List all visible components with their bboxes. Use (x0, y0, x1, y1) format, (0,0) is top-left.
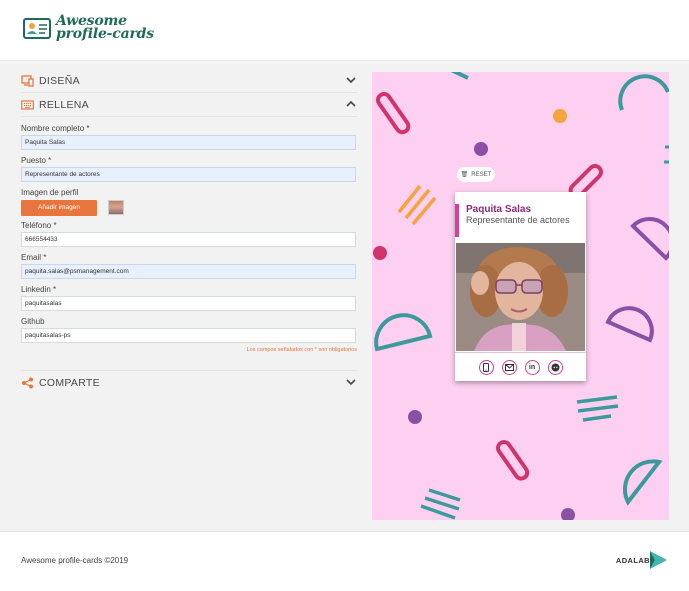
fill-form: Nombre completo * Paquita Salas Puesto *… (21, 117, 357, 357)
phone-label: Teléfono * (21, 221, 57, 230)
section-fill-title: RELLENA (39, 98, 89, 111)
mail-icon[interactable] (501, 359, 517, 375)
phone-icon[interactable] (478, 359, 494, 375)
image-label: Imagen de perfil (21, 188, 79, 197)
app-footer: Awesome profile-cards ©2019 ADALAB (0, 531, 689, 591)
section-design-title: DISEÑA (39, 74, 80, 87)
profile-image-thumbnail (108, 200, 124, 215)
adalab-wordmark: ADALAB (615, 555, 650, 565)
github-input[interactable]: paquitasalas-ps (21, 328, 356, 343)
reset-button[interactable]: 🗑 RESET (457, 167, 495, 182)
share-icon (22, 377, 33, 389)
adalab-logo[interactable]: ADALAB (616, 550, 668, 570)
card-profile-photo (456, 243, 585, 351)
logo-wordmark: Awesome profile-cards (56, 14, 154, 42)
email-label: Email * (21, 253, 47, 262)
github-label: Github (21, 317, 45, 326)
devices-icon (21, 74, 34, 87)
linkedin-icon[interactable]: in (524, 359, 540, 375)
app-header: Awesome profile-cards (0, 0, 689, 61)
copyright-text: Awesome profile-cards ©2019 (21, 556, 129, 565)
editor-panel: DISEÑA RELLENA Nombre completo * Paquita… (21, 69, 357, 395)
name-label: Nombre completo * (21, 124, 90, 133)
phone-input[interactable]: 666554433 (21, 232, 356, 247)
adalab-arrow-icon (650, 551, 667, 569)
profile-card: Paquita Salas Representante de actores i… (455, 192, 586, 381)
github-icon[interactable] (547, 359, 563, 375)
image-row: Añadir imagen (21, 199, 357, 216)
section-design-header[interactable]: DISEÑA (21, 69, 357, 93)
chevron-down-icon[interactable] (346, 76, 356, 84)
card-preview-area: 🗑 RESET Paquita Salas Representante de a… (372, 72, 669, 520)
reset-label: RESET (471, 171, 492, 178)
card-name: Paquita Salas (466, 204, 532, 215)
name-input[interactable]: Paquita Salas (21, 135, 356, 150)
keyboard-icon (21, 99, 34, 110)
section-share-header[interactable]: COMPARTE (21, 370, 357, 395)
card-header: Paquita Salas Representante de actores (455, 204, 570, 237)
section-fill-header[interactable]: RELLENA (21, 93, 357, 117)
section-share-title: COMPARTE (39, 377, 100, 389)
profile-card-icon (23, 18, 51, 39)
app-logo[interactable]: Awesome profile-cards (22, 14, 154, 42)
card-social-links: in (455, 352, 586, 381)
trash-icon: 🗑 (460, 172, 469, 178)
chevron-down-icon[interactable] (346, 378, 356, 386)
required-fields-note: Los campos señalados con * son obligator… (246, 347, 357, 353)
card-job: Representante de actores (466, 215, 570, 225)
main-area: DISEÑA RELLENA Nombre completo * Paquita… (0, 61, 689, 531)
job-input[interactable]: Representante de actores (21, 167, 356, 182)
chevron-up-icon[interactable] (346, 100, 356, 108)
job-label: Puesto * (21, 156, 52, 165)
linkedin-label: Linkedin * (21, 285, 57, 294)
linkedin-input[interactable]: paquitasalas (21, 296, 356, 311)
email-input[interactable]: paquita.salas@psmanagement.com (21, 264, 356, 279)
logo-line-2: profile-cards (56, 26, 154, 42)
add-image-button[interactable]: Añadir imagen (21, 199, 97, 216)
